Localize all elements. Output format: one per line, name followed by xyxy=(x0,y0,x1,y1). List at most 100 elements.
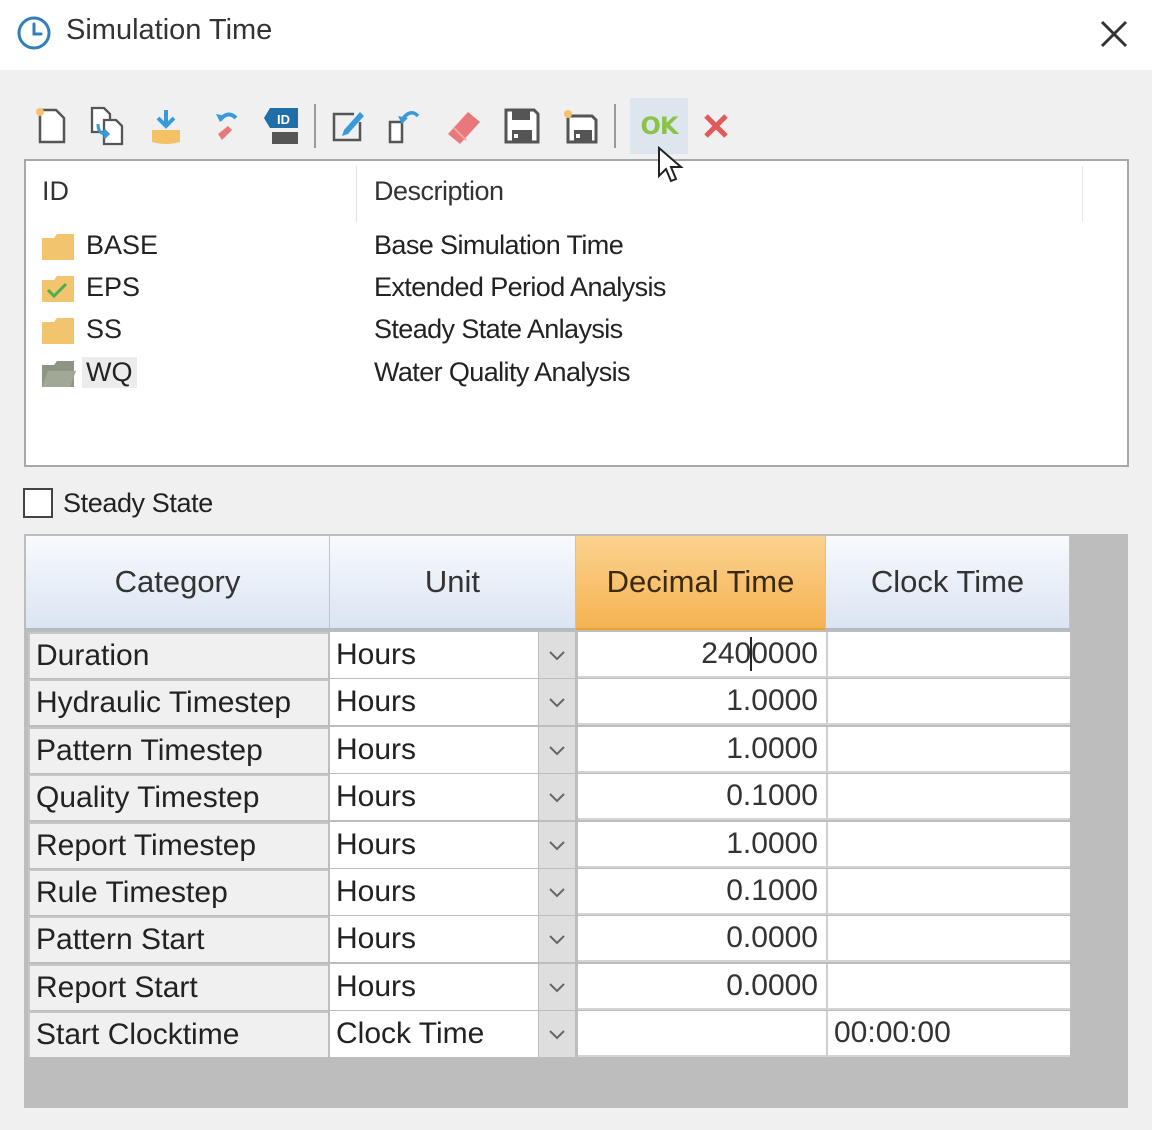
scenario-row-eps[interactable]: EPS Extended Period Analysis xyxy=(38,270,1118,308)
unit-dropdown-button[interactable] xyxy=(538,632,576,678)
duplicate-icon xyxy=(90,106,124,146)
chevron-down-icon xyxy=(549,698,565,708)
restore-icon xyxy=(216,112,238,140)
grid-cell-clock-time[interactable] xyxy=(826,869,1070,915)
unit-dropdown-button[interactable] xyxy=(538,774,576,820)
scenario-description: Extended Period Analysis xyxy=(374,272,666,302)
id-tag-button[interactable]: ID xyxy=(256,98,308,154)
grid-cell-category: Report Timestep xyxy=(28,822,328,868)
grid-cell-category: Hydraulic Timestep xyxy=(28,679,328,725)
grid-cell-clock-time[interactable] xyxy=(826,774,1070,820)
edit-button[interactable] xyxy=(322,98,374,154)
scenario-id: SS xyxy=(86,314,123,344)
grid-cell-decimal-time[interactable]: 0.1000 xyxy=(578,774,826,820)
revert-icon xyxy=(388,111,420,144)
grid-cell-clock-time[interactable] xyxy=(826,822,1070,868)
grid-cell-unit[interactable]: Hours xyxy=(330,869,538,915)
grid-cell-unit[interactable]: Hours xyxy=(330,727,538,773)
unit-dropdown-button[interactable] xyxy=(538,964,576,1010)
folder-icon xyxy=(42,318,74,344)
id-tag-icon: ID xyxy=(264,108,298,144)
chevron-down-icon xyxy=(549,841,565,851)
grid-cell-decimal-time[interactable]: 1.0000 xyxy=(578,679,826,725)
unit-dropdown-button[interactable] xyxy=(538,727,576,773)
chevron-down-icon xyxy=(549,888,565,898)
revert-button[interactable] xyxy=(378,98,430,154)
column-divider xyxy=(356,166,357,222)
window-title: Simulation Time xyxy=(66,14,273,46)
scenario-row-base[interactable]: BASE Base Simulation Time xyxy=(38,228,1118,266)
scenario-id: BASE xyxy=(86,230,159,260)
grid-cell-unit[interactable]: Hours xyxy=(330,964,538,1010)
grid-cell-unit[interactable]: Hours xyxy=(330,632,538,678)
column-header-description[interactable]: Description xyxy=(374,176,504,207)
new-document-icon xyxy=(36,108,66,144)
grid-cell-decimal-time[interactable]: 0.1000 xyxy=(578,869,826,915)
grid-cell-category: Start Clocktime xyxy=(28,1011,328,1057)
unit-dropdown-button[interactable] xyxy=(538,869,576,915)
grid-cell-unit[interactable]: Clock Time xyxy=(330,1011,538,1057)
grid-cell-clock-time[interactable]: 00:00:00 xyxy=(826,1011,1070,1057)
grid-cell-category: Rule Timestep xyxy=(28,869,328,915)
checkbox-box[interactable] xyxy=(23,488,53,518)
edit-icon xyxy=(332,112,364,142)
column-divider xyxy=(1082,166,1083,222)
grid-cell-unit[interactable]: Hours xyxy=(330,916,538,962)
grid-cell-category: Quality Timestep xyxy=(28,774,328,820)
scenario-description: Base Simulation Time xyxy=(374,230,624,260)
grid-header-clock-time[interactable]: Clock Time xyxy=(826,536,1070,630)
grid-cell-unit[interactable]: Hours xyxy=(330,774,538,820)
grid-cell-decimal-time[interactable]: 1.0000 xyxy=(578,822,826,868)
import-icon xyxy=(152,110,180,144)
grid-cell-decimal-time[interactable]: 240 0000 xyxy=(578,632,826,678)
grid-cell-category: Pattern Timestep xyxy=(28,727,328,773)
grid-header-category[interactable]: Category xyxy=(26,536,330,630)
chevron-down-icon xyxy=(549,983,565,993)
grid-cell-decimal-time[interactable] xyxy=(578,1011,826,1057)
column-header-id[interactable]: ID xyxy=(42,176,69,207)
restore-button[interactable] xyxy=(200,98,252,154)
grid-cell-clock-time[interactable] xyxy=(826,964,1070,1010)
delete-button[interactable] xyxy=(438,98,490,154)
grid-cell-category: Duration xyxy=(28,632,328,678)
grid-cell-decimal-time[interactable]: 1.0000 xyxy=(578,727,826,773)
ok-button[interactable]: OK xyxy=(630,98,688,154)
unit-dropdown-button[interactable] xyxy=(538,916,576,962)
save-icon xyxy=(504,108,540,144)
scenario-id: EPS xyxy=(86,272,141,302)
chevron-down-icon xyxy=(549,793,565,803)
import-button[interactable] xyxy=(140,98,192,154)
steady-state-checkbox[interactable]: Steady State xyxy=(23,486,213,520)
grid-cell-decimal-time[interactable]: 0.0000 xyxy=(578,964,826,1010)
unit-dropdown-button[interactable] xyxy=(538,1011,576,1057)
chevron-down-icon xyxy=(549,746,565,756)
grid-cell-clock-time[interactable] xyxy=(826,916,1070,962)
chevron-down-icon xyxy=(549,1030,565,1040)
save-as-button[interactable] xyxy=(554,98,606,154)
grid-cell-clock-time[interactable] xyxy=(826,632,1070,678)
unit-dropdown-button[interactable] xyxy=(538,822,576,868)
cancel-x-icon xyxy=(704,114,728,138)
grid-cell-unit[interactable]: Hours xyxy=(330,679,538,725)
grid-cell-clock-time[interactable] xyxy=(826,679,1070,725)
scenario-row-wq[interactable]: WQ Water Quality Analysis xyxy=(38,355,1118,393)
grid-cell-clock-time[interactable] xyxy=(826,727,1070,773)
close-icon[interactable] xyxy=(1092,12,1136,56)
grid-cell-unit[interactable]: Hours xyxy=(330,822,538,868)
grid-cell-category: Pattern Start xyxy=(28,916,328,962)
toolbar: ID OK xyxy=(26,98,766,154)
svg-text:ID: ID xyxy=(277,112,290,127)
grid-header-decimal-time[interactable]: Decimal Time xyxy=(576,536,826,630)
chevron-down-icon xyxy=(549,651,565,661)
grid-header-unit[interactable]: Unit xyxy=(330,536,576,630)
new-button[interactable] xyxy=(26,98,78,154)
title-bar: Simulation Time xyxy=(0,0,1152,70)
unit-dropdown-button[interactable] xyxy=(538,679,576,725)
cancel-button[interactable] xyxy=(690,98,742,154)
duplicate-button[interactable] xyxy=(82,98,134,154)
grid-cell-decimal-time[interactable]: 0.0000 xyxy=(578,916,826,962)
steady-state-label: Steady State xyxy=(63,487,213,518)
save-button[interactable] xyxy=(496,98,548,154)
scenario-id: WQ xyxy=(82,357,137,388)
scenario-row-ss[interactable]: SS Steady State Anlaysis xyxy=(38,312,1118,350)
